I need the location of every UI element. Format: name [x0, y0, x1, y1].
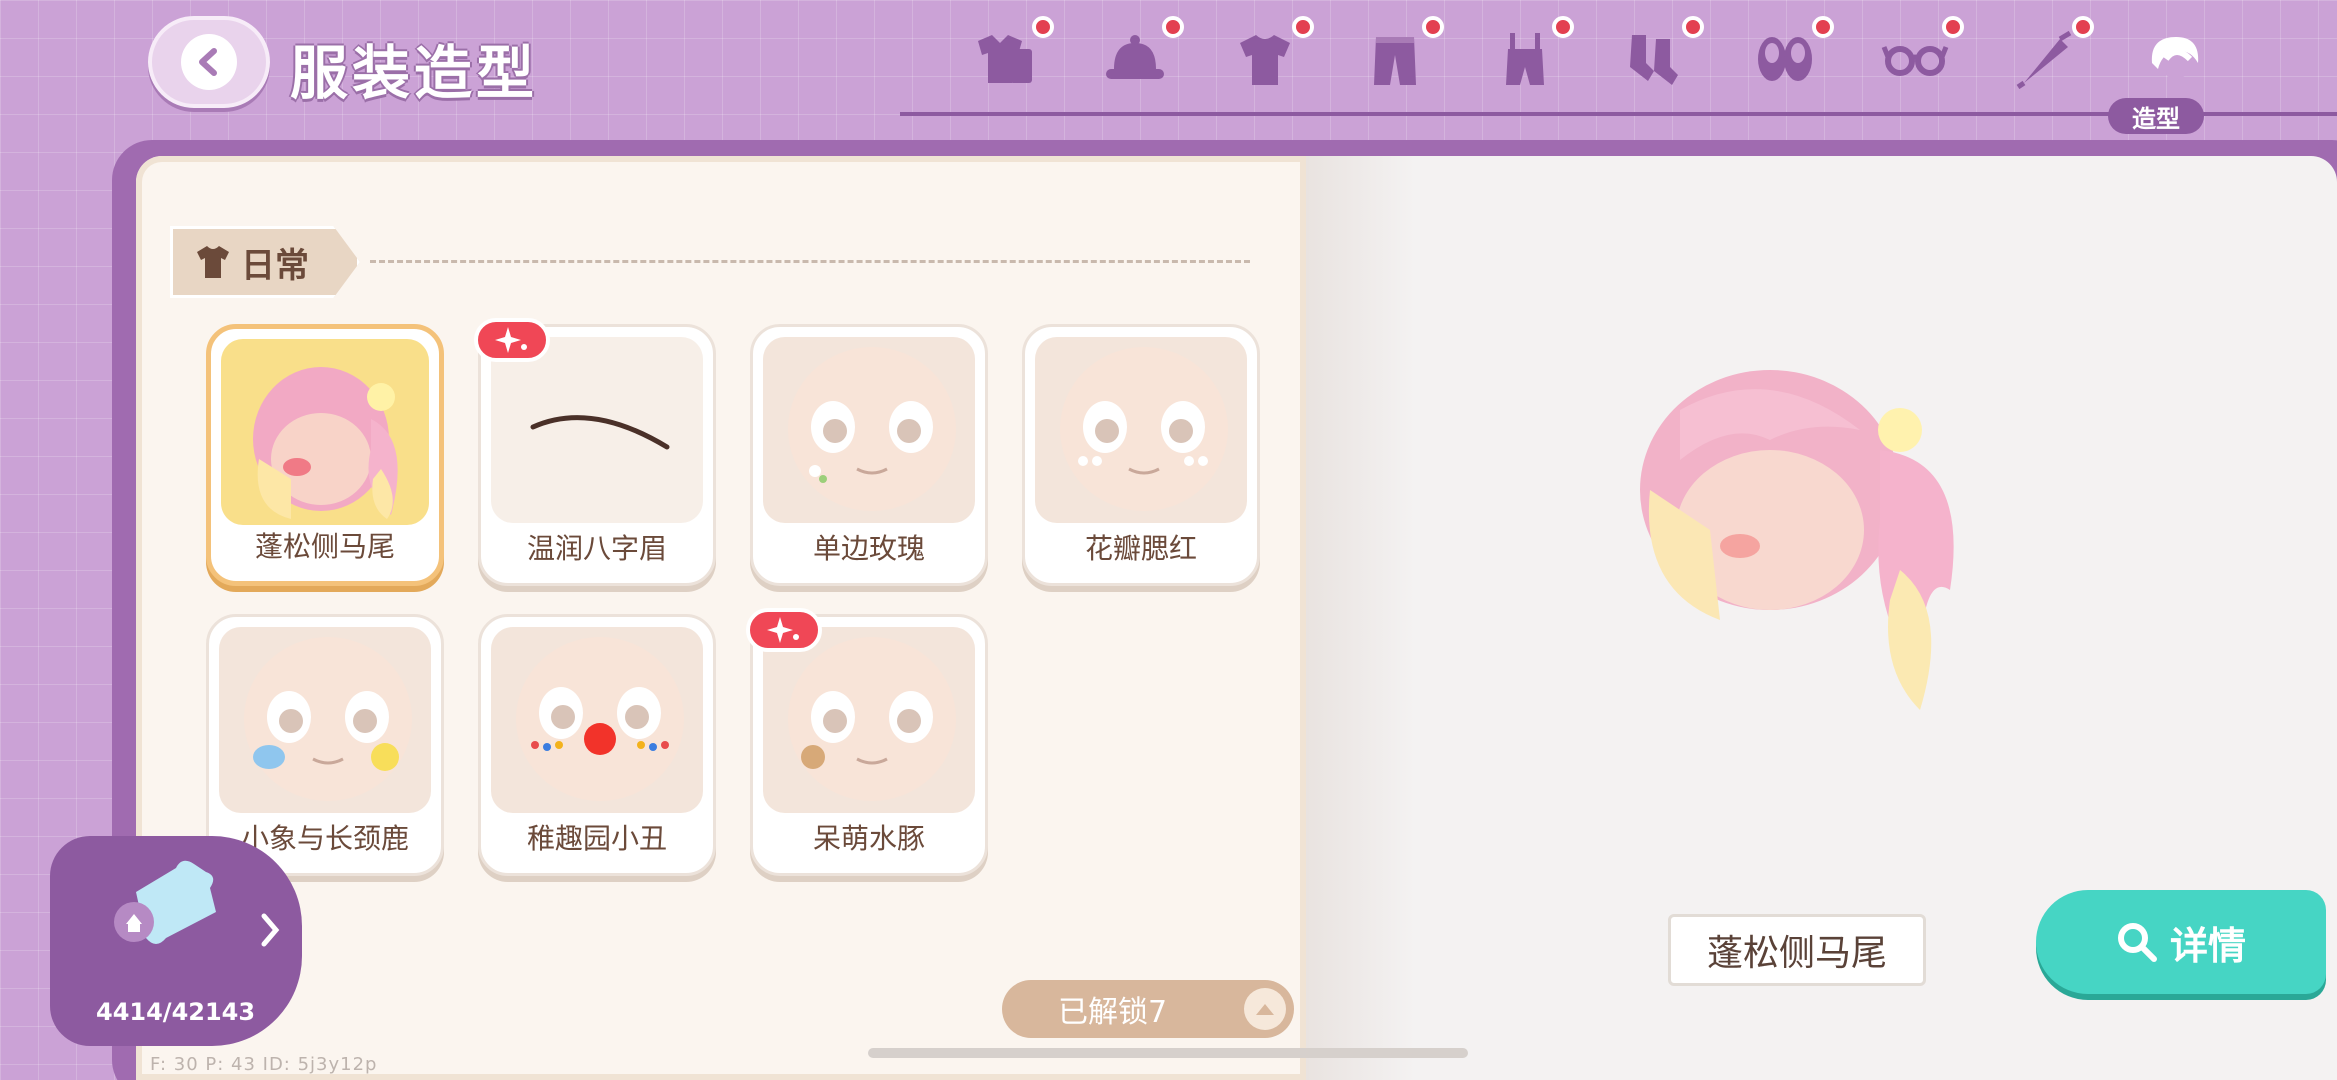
umbrella-icon — [2016, 30, 2072, 89]
tab-pants[interactable] — [1330, 14, 1460, 104]
notification-dot — [1682, 16, 1704, 38]
tab-glasses[interactable] — [1850, 14, 1980, 104]
new-badge — [474, 318, 550, 362]
item-thumbnail — [221, 339, 429, 525]
item-card[interactable]: 花瓣腮红 — [1022, 324, 1260, 586]
tab-socks[interactable] — [1590, 14, 1720, 104]
detail-label: 详情 — [2169, 923, 2246, 968]
glasses-icon — [1881, 46, 1949, 76]
tab-shoes[interactable] — [1720, 14, 1850, 104]
hairstyle-preview — [1640, 370, 1954, 710]
notification-dot — [1032, 16, 1054, 38]
notification-dot — [1942, 16, 1964, 38]
item-card[interactable]: 呆萌水豚 — [750, 614, 988, 876]
item-thumbnail — [491, 337, 703, 523]
item-card[interactable]: 单边玫瑰 — [750, 324, 988, 586]
debug-overlay: F: 30 P: 43 ID: 5j3y12p — [150, 1054, 378, 1075]
unlock-label: 已解锁7 — [1058, 995, 1168, 1030]
item-label: 蓬松侧马尾 — [254, 530, 395, 563]
notification-dot — [1422, 16, 1444, 38]
shirt-icon — [1240, 35, 1290, 85]
puzzle-icon — [114, 860, 216, 944]
category-tabs — [940, 14, 2240, 114]
shoes-icon — [1758, 37, 1812, 81]
tab-hat[interactable] — [1070, 14, 1200, 104]
item-thumbnail — [763, 627, 975, 813]
pants-icon — [1374, 37, 1416, 85]
shirt-icon — [197, 246, 229, 278]
item-card[interactable]: 温润八字眉 — [478, 324, 716, 586]
search-icon — [2117, 923, 2157, 962]
back-button[interactable] — [148, 16, 270, 108]
item-thumbnail — [763, 337, 975, 523]
home-indicator[interactable] — [868, 1048, 1468, 1058]
new-badge — [746, 608, 822, 652]
item-label: 呆萌水豚 — [812, 822, 925, 855]
category-ribbon[interactable]: 日常 — [170, 226, 360, 298]
item-label: 花瓣腮红 — [1084, 532, 1197, 565]
item-thumbnail — [491, 627, 703, 813]
chevron-left-icon — [181, 34, 237, 90]
tab-shirt[interactable] — [1200, 14, 1330, 104]
item-label: 单边玫瑰 — [812, 532, 925, 565]
chevron-up-icon — [1244, 988, 1286, 1030]
hairstyle-icon — [2151, 37, 2199, 79]
notification-dot — [1162, 16, 1184, 38]
hat-icon — [1106, 35, 1164, 79]
clothes-set-icon — [978, 35, 1032, 83]
item-thumbnail — [1035, 337, 1247, 523]
overalls-icon — [1506, 33, 1544, 85]
tab-hairstyle[interactable] — [2110, 14, 2240, 104]
divider — [370, 260, 1250, 263]
active-tab-label: 造型 — [2108, 98, 2204, 134]
tab-clothes-set[interactable] — [940, 14, 1070, 104]
socks-icon — [1630, 35, 1678, 85]
item-card[interactable]: 蓬松侧马尾 — [206, 324, 444, 586]
preview-item-name: 蓬松侧马尾 — [1668, 914, 1926, 986]
page-title: 服装造型 — [290, 39, 539, 107]
notification-dot — [1812, 16, 1834, 38]
item-label: 稚趣园小丑 — [526, 822, 667, 855]
notification-dot — [1552, 16, 1574, 38]
category-label: 日常 — [241, 245, 309, 286]
tab-overalls[interactable] — [1460, 14, 1590, 104]
unlock-filter-bar[interactable]: 已解锁7 — [1002, 980, 1294, 1038]
sparkle-icon — [495, 327, 527, 353]
tab-umbrella[interactable] — [1980, 14, 2110, 104]
collection-count: 4414/42143 — [96, 998, 256, 1026]
notification-dot — [2072, 16, 2094, 38]
detail-button[interactable]: 详情 — [2036, 890, 2326, 994]
item-card[interactable]: 小象与长颈鹿 — [206, 614, 444, 876]
chevron-right-icon — [261, 913, 280, 947]
sparkle-icon — [767, 617, 799, 643]
item-card[interactable]: 稚趣园小丑 — [478, 614, 716, 876]
item-label: 温润八字眉 — [526, 532, 667, 565]
notification-dot — [1292, 16, 1314, 38]
item-thumbnail — [219, 627, 431, 813]
